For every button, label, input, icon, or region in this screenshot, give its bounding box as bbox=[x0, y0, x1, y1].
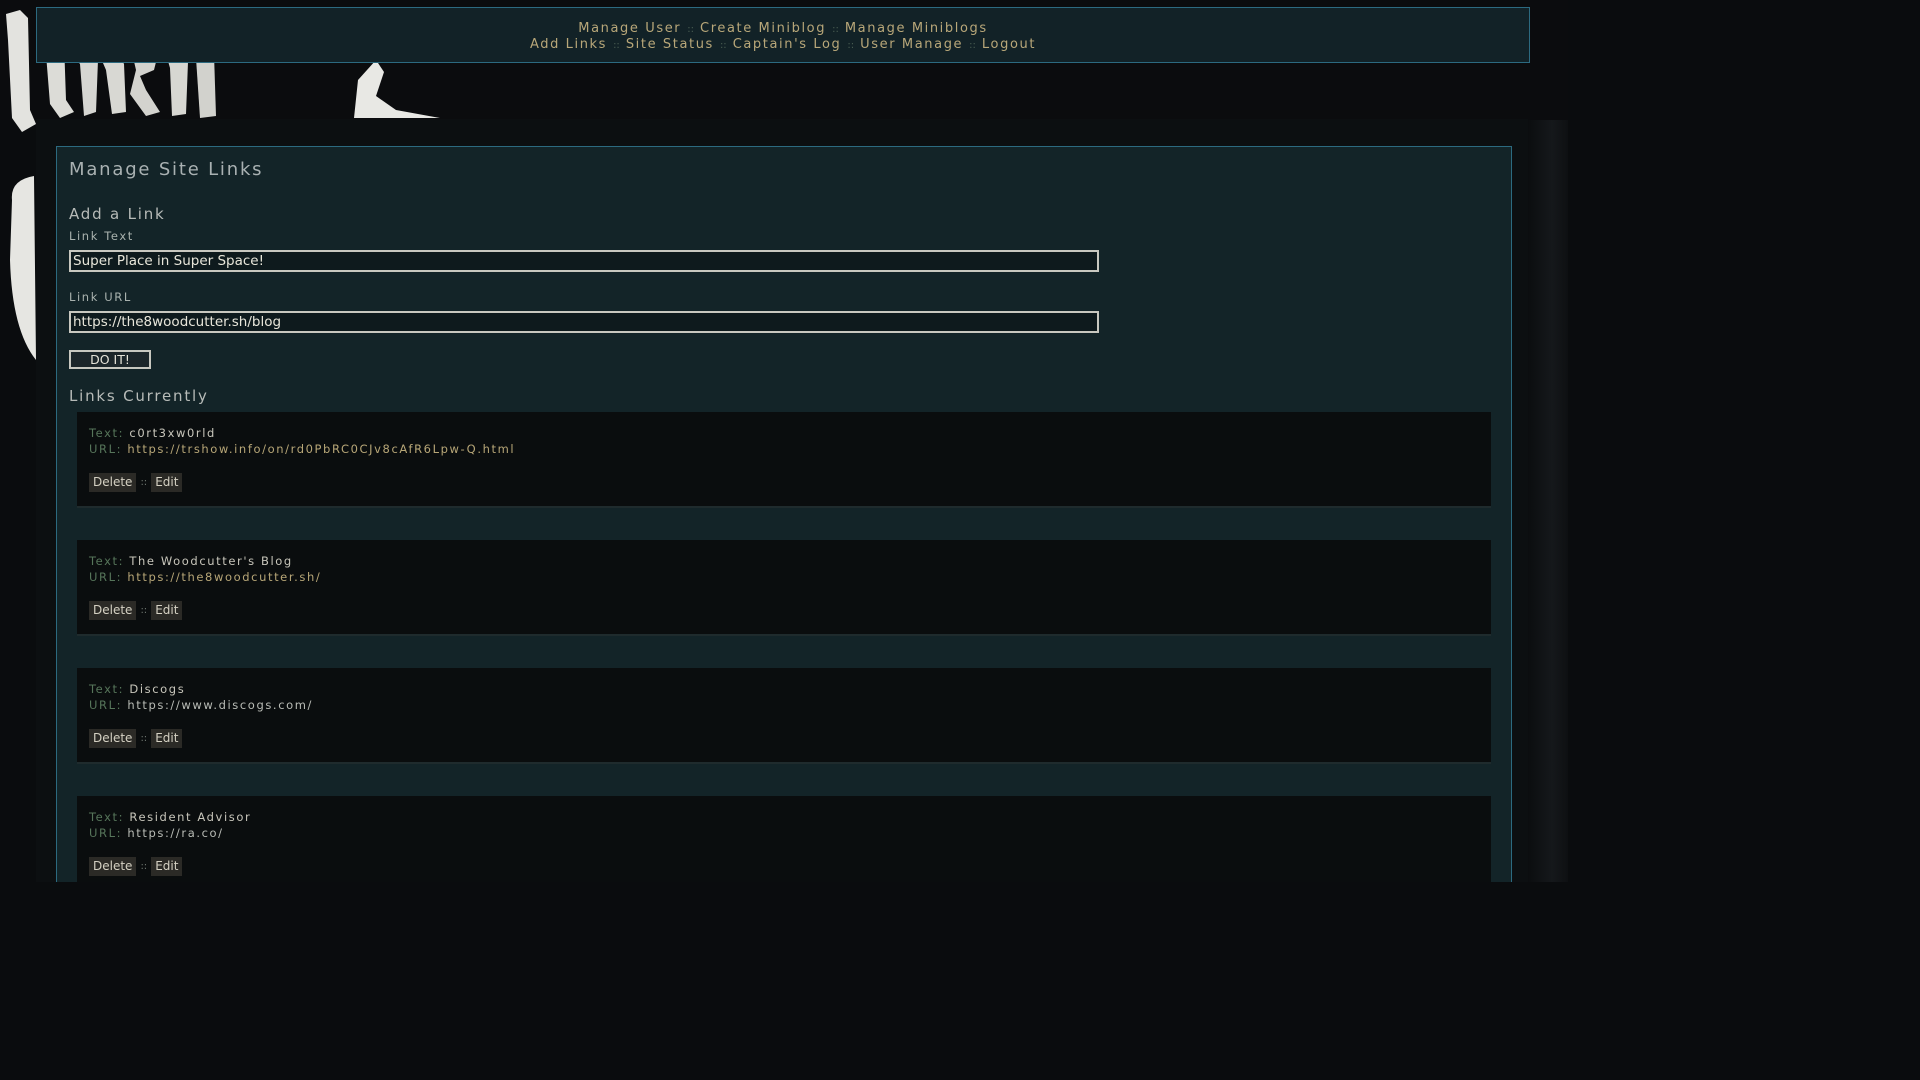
delete-link-button[interactable]: Delete bbox=[89, 601, 137, 620]
nav-link-site-status[interactable]: Site Status bbox=[626, 37, 714, 52]
nav-link-create-miniblog[interactable]: Create Miniblog bbox=[700, 21, 826, 36]
link-text-line: Text: Resident Advisor bbox=[89, 810, 251, 824]
link-card: Text: c0rt3xw0rld URL: https://trshow.in… bbox=[77, 412, 1491, 508]
nav-link-logout[interactable]: Logout bbox=[982, 37, 1036, 52]
link-text-line: Text: The Woodcutter's Blog bbox=[89, 554, 293, 568]
link-text-line: Text: c0rt3xw0rld bbox=[89, 426, 216, 440]
link-text-label: Link Text bbox=[69, 229, 134, 243]
link-url-line: URL: https://trshow.info/on/rd0PbRC0CJv8… bbox=[89, 442, 515, 456]
links-currently-heading: Links Currently bbox=[69, 387, 209, 405]
link-actions: Delete:: Edit bbox=[89, 729, 183, 748]
background-right-shade bbox=[1528, 120, 1568, 882]
link-actions: Delete:: Edit bbox=[89, 473, 183, 492]
page: Manage User:: Create Miniblog:: Manage Min… bbox=[0, 0, 1568, 882]
link-url-label: Link URL bbox=[69, 290, 132, 304]
link-actions: Delete:: Edit bbox=[89, 857, 183, 876]
text-key: Text: bbox=[89, 426, 125, 440]
nav-row-1: Manage User:: Create Miniblog:: Manage Min… bbox=[37, 21, 1529, 37]
url-key: URL: bbox=[89, 698, 123, 712]
nav-link-add-links[interactable]: Add Links bbox=[530, 37, 607, 52]
text-key: Text: bbox=[89, 682, 125, 696]
link-url-input[interactable] bbox=[69, 311, 1099, 333]
nav-separator: :: bbox=[687, 24, 695, 35]
edit-link-button[interactable]: Edit bbox=[151, 601, 183, 620]
link-card: Text: Discogs URL: https://www.discogs.c… bbox=[77, 668, 1491, 764]
nav-separator: :: bbox=[719, 40, 727, 51]
delete-link-button[interactable]: Delete bbox=[89, 857, 137, 876]
action-separator: :: bbox=[140, 477, 148, 488]
edit-link-button[interactable]: Edit bbox=[151, 729, 183, 748]
link-text-value: The Woodcutter's Blog bbox=[129, 554, 293, 568]
nav-separator: :: bbox=[613, 40, 620, 51]
url-key: URL: bbox=[89, 570, 123, 584]
link-text-input[interactable] bbox=[69, 250, 1099, 272]
link-text-value: Discogs bbox=[129, 682, 186, 696]
link-text-line: Text: Discogs bbox=[89, 682, 185, 696]
delete-link-button[interactable]: Delete bbox=[89, 473, 137, 492]
link-url-value[interactable]: https://www.discogs.com/ bbox=[127, 698, 313, 712]
nav-link-manage-miniblogs[interactable]: Manage Miniblogs bbox=[845, 21, 988, 36]
nav-link-manage-user[interactable]: Manage User bbox=[578, 21, 681, 36]
action-separator: :: bbox=[140, 605, 148, 616]
link-card: Text: Resident Advisor URL: https://ra.c… bbox=[77, 796, 1491, 882]
link-text-value: c0rt3xw0rld bbox=[129, 426, 216, 440]
text-key: Text: bbox=[89, 554, 125, 568]
top-navigation: Manage User:: Create Miniblog:: Manage Min… bbox=[36, 7, 1530, 63]
edit-link-button[interactable]: Edit bbox=[151, 473, 183, 492]
submit-link-button[interactable]: DO IT! bbox=[69, 350, 151, 369]
link-actions: Delete:: Edit bbox=[89, 601, 183, 620]
action-separator: :: bbox=[140, 861, 148, 872]
nav-separator: :: bbox=[969, 40, 976, 51]
nav-separator: :: bbox=[847, 40, 855, 51]
link-url-value[interactable]: https://ra.co/ bbox=[127, 826, 223, 840]
link-url-line: URL: https://the8woodcutter.sh/ bbox=[89, 570, 321, 584]
link-card: Text: The Woodcutter's Blog URL: https:/… bbox=[77, 540, 1491, 636]
edit-link-button[interactable]: Edit bbox=[151, 857, 183, 876]
page-title: Manage Site Links bbox=[69, 159, 264, 180]
link-url-value[interactable]: https://trshow.info/on/rd0PbRC0CJv8cAfR6… bbox=[127, 442, 515, 456]
url-key: URL: bbox=[89, 442, 123, 456]
delete-link-button[interactable]: Delete bbox=[89, 729, 137, 748]
link-url-line: URL: https://www.discogs.com/ bbox=[89, 698, 313, 712]
link-text-value: Resident Advisor bbox=[129, 810, 252, 824]
text-key: Text: bbox=[89, 810, 125, 824]
nav-link-captains-log[interactable]: Captain's Log bbox=[733, 37, 842, 52]
link-url-value[interactable]: https://the8woodcutter.sh/ bbox=[127, 570, 321, 584]
url-key: URL: bbox=[89, 826, 123, 840]
nav-row-2: Add Links:: Site Status:: Captain's Log:: U… bbox=[37, 37, 1529, 53]
manage-links-panel: Manage Site Links Add a Link Link Text L… bbox=[56, 146, 1512, 882]
nav-link-user-manage[interactable]: User Manage bbox=[860, 37, 963, 52]
link-url-line: URL: https://ra.co/ bbox=[89, 826, 224, 840]
add-link-heading: Add a Link bbox=[69, 205, 166, 223]
nav-separator: :: bbox=[832, 24, 839, 35]
action-separator: :: bbox=[140, 733, 148, 744]
